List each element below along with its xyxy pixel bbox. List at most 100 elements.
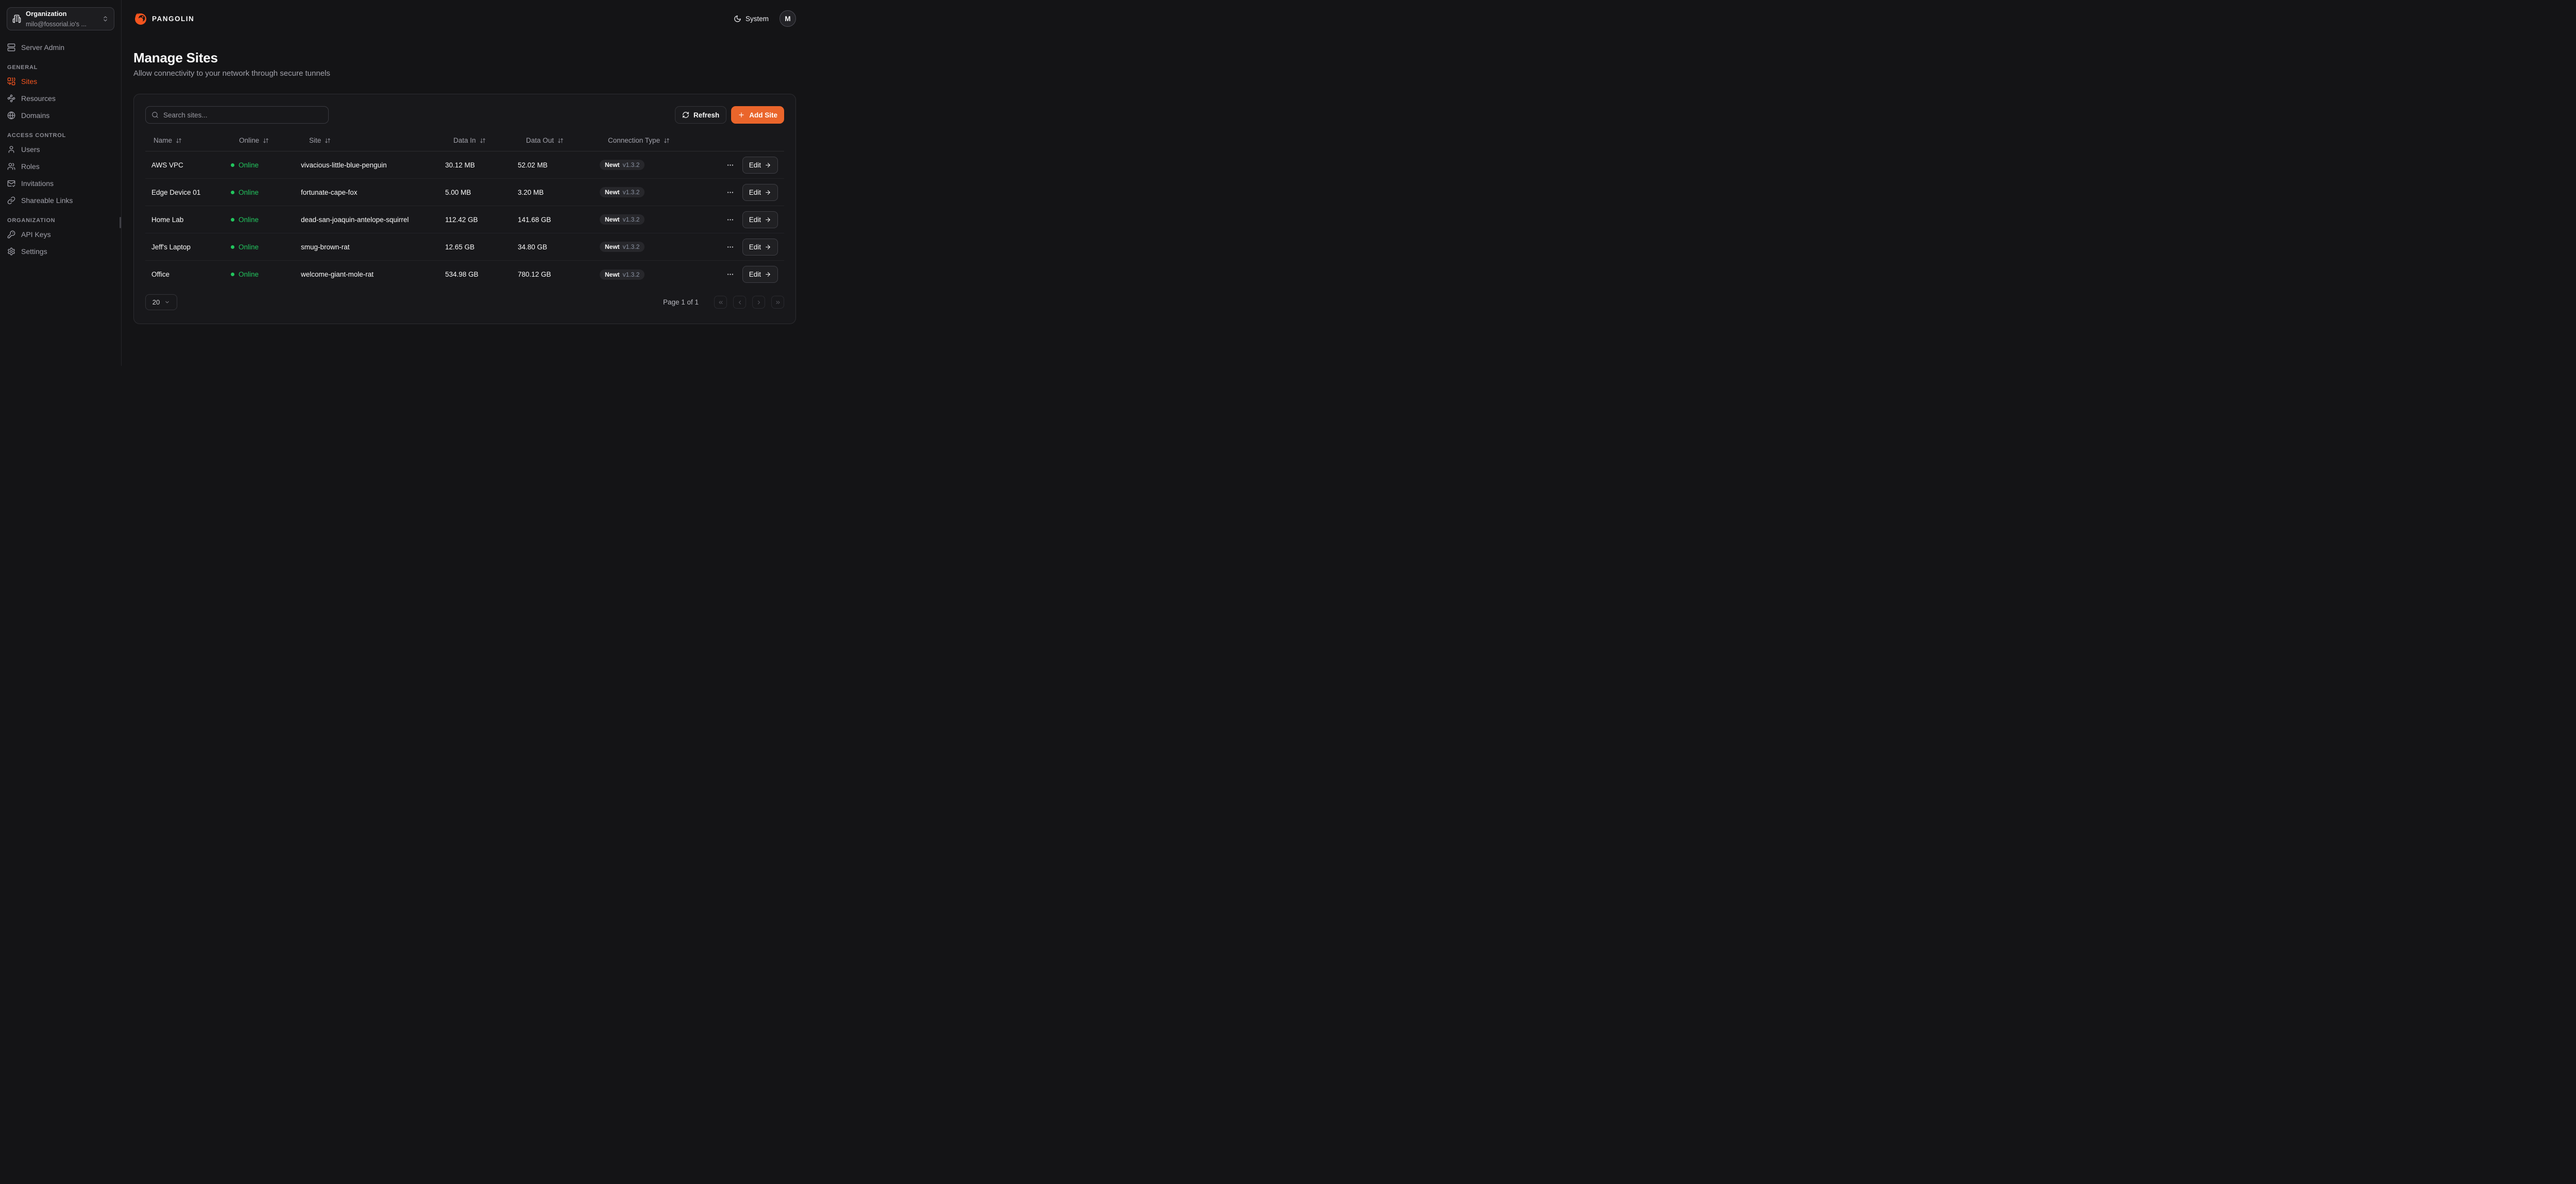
site-name-cell: Edge Device 01 — [145, 189, 231, 196]
sidebar-item-domains[interactable]: Domains — [7, 109, 114, 122]
sidebar-item-sites[interactable]: Sites — [7, 75, 114, 88]
ellipsis-icon — [726, 161, 734, 169]
sidebar-item-users[interactable]: Users — [7, 143, 114, 156]
table-row: Jeff's LaptopOnlinesmug-brown-rat12.65 G… — [145, 233, 784, 261]
page-subtitle: Allow connectivity to your network throu… — [133, 69, 796, 78]
sidebar-section-organization: ORGANIZATION — [7, 217, 114, 224]
sidebar-item-settings[interactable]: Settings — [7, 245, 114, 258]
site-tunnel-cell: vivacious-little-blue-penguin — [301, 161, 445, 169]
arrow-right-icon — [765, 271, 771, 278]
row-menu-button[interactable] — [725, 215, 735, 225]
row-actions: Edit — [719, 239, 784, 256]
page-size-select[interactable]: 20 — [145, 294, 177, 310]
edit-button[interactable]: Edit — [742, 239, 778, 256]
edit-button[interactable]: Edit — [742, 157, 778, 174]
sidebar-item-server-admin[interactable]: Server Admin — [7, 41, 114, 54]
column-header-name[interactable]: Name — [145, 137, 231, 144]
row-actions: Edit — [719, 184, 784, 201]
online-dot-icon — [231, 218, 234, 222]
row-actions: Edit — [719, 266, 784, 283]
brand[interactable]: PANGOLIN — [133, 11, 194, 26]
sidebar: Organization milo@fossorial.io's ... Ser… — [0, 0, 122, 366]
link-icon — [7, 196, 15, 205]
sidebar-item-label: Shareable Links — [21, 196, 73, 205]
row-menu-button[interactable] — [725, 242, 735, 252]
arrow-right-icon — [765, 189, 771, 196]
server-icon — [7, 43, 15, 52]
sidebar-item-resources[interactable]: Resources — [7, 92, 114, 105]
column-header-connection-type[interactable]: Connection Type — [600, 137, 719, 144]
organization-selector[interactable]: Organization milo@fossorial.io's ... — [7, 7, 114, 30]
sidebar-scrollbar-thumb[interactable] — [120, 217, 121, 228]
column-header-data-out[interactable]: Data Out — [518, 137, 600, 144]
brand-name: PANGOLIN — [152, 15, 194, 23]
site-status-cell: Online — [231, 189, 301, 196]
site-tunnel-cell: dead-san-joaquin-antelope-squirrel — [301, 216, 445, 224]
site-status-cell: Online — [231, 216, 301, 224]
avatar[interactable]: M — [779, 10, 796, 27]
page-title: Manage Sites — [133, 50, 796, 66]
organization-label: Organization — [26, 10, 66, 18]
ellipsis-icon — [726, 243, 734, 251]
column-header-data-in[interactable]: Data In — [445, 137, 518, 144]
row-menu-button[interactable] — [725, 188, 735, 197]
pagination-buttons — [714, 296, 784, 309]
chevrons-up-down-icon — [102, 15, 109, 22]
connection-type-badge: Newtv1.3.2 — [600, 187, 645, 197]
refresh-button[interactable]: Refresh — [675, 106, 726, 124]
connection-type-cell: Newtv1.3.2 — [600, 187, 719, 197]
sidebar-item-label: Domains — [21, 111, 49, 120]
plus-icon — [738, 111, 745, 119]
top-bar: PANGOLIN System M — [133, 0, 796, 37]
sites-table: NameOnlineSiteData InData OutConnection … — [145, 130, 784, 288]
sidebar-item-invitations[interactable]: Invitations — [7, 177, 114, 190]
card-toolbar: Refresh Add Site — [145, 106, 784, 124]
online-dot-icon — [231, 163, 234, 167]
sort-icon — [176, 138, 182, 144]
sort-icon — [557, 138, 564, 144]
sort-icon — [664, 138, 670, 144]
last-page-button[interactable] — [771, 296, 784, 309]
edit-button[interactable]: Edit — [742, 266, 778, 283]
connection-type-cell: Newtv1.3.2 — [600, 214, 719, 225]
next-page-button[interactable] — [752, 296, 765, 309]
column-header-online[interactable]: Online — [231, 137, 301, 144]
row-menu-button[interactable] — [725, 269, 735, 279]
add-site-button[interactable]: Add Site — [731, 106, 784, 124]
sidebar-item-label: Users — [21, 145, 40, 154]
site-tunnel-cell: smug-brown-rat — [301, 243, 445, 251]
row-menu-button[interactable] — [725, 160, 735, 170]
sidebar-item-shareable-links[interactable]: Shareable Links — [7, 194, 114, 207]
row-actions: Edit — [719, 157, 784, 174]
connection-type-cell: Newtv1.3.2 — [600, 160, 719, 170]
data-out-cell: 3.20 MB — [518, 189, 600, 196]
edit-button[interactable]: Edit — [742, 184, 778, 201]
online-dot-icon — [231, 245, 234, 249]
online-dot-icon — [231, 191, 234, 194]
arrow-right-icon — [765, 162, 771, 168]
sort-icon — [263, 138, 269, 144]
previous-page-button[interactable] — [733, 296, 746, 309]
data-in-cell: 12.65 GB — [445, 243, 518, 251]
site-status-cell: Online — [231, 270, 301, 278]
sidebar-sections: GENERALSitesResourcesDomainsACCESS CONTR… — [7, 64, 114, 258]
column-header-site[interactable]: Site — [301, 137, 445, 144]
search-input[interactable] — [163, 111, 323, 119]
theme-toggle[interactable]: System — [734, 15, 769, 23]
site-tunnel-cell: fortunate-cape-fox — [301, 189, 445, 196]
online-dot-icon — [231, 273, 234, 276]
sidebar-item-roles[interactable]: Roles — [7, 160, 114, 173]
connection-type-badge: Newtv1.3.2 — [600, 214, 645, 225]
connection-type-badge: Newtv1.3.2 — [600, 160, 645, 170]
first-page-button[interactable] — [714, 296, 727, 309]
card-footer: 20 Page 1 of 1 — [145, 294, 784, 310]
edit-button[interactable]: Edit — [742, 211, 778, 228]
ellipsis-icon — [726, 216, 734, 224]
sidebar-item-api-keys[interactable]: API Keys — [7, 228, 114, 241]
refresh-icon — [682, 111, 689, 119]
connection-type-badge: Newtv1.3.2 — [600, 242, 645, 252]
sidebar-item-label: Resources — [21, 94, 56, 103]
data-out-cell: 780.12 GB — [518, 270, 600, 278]
ellipsis-icon — [726, 189, 734, 196]
site-tunnel-cell: welcome-giant-mole-rat — [301, 270, 445, 278]
